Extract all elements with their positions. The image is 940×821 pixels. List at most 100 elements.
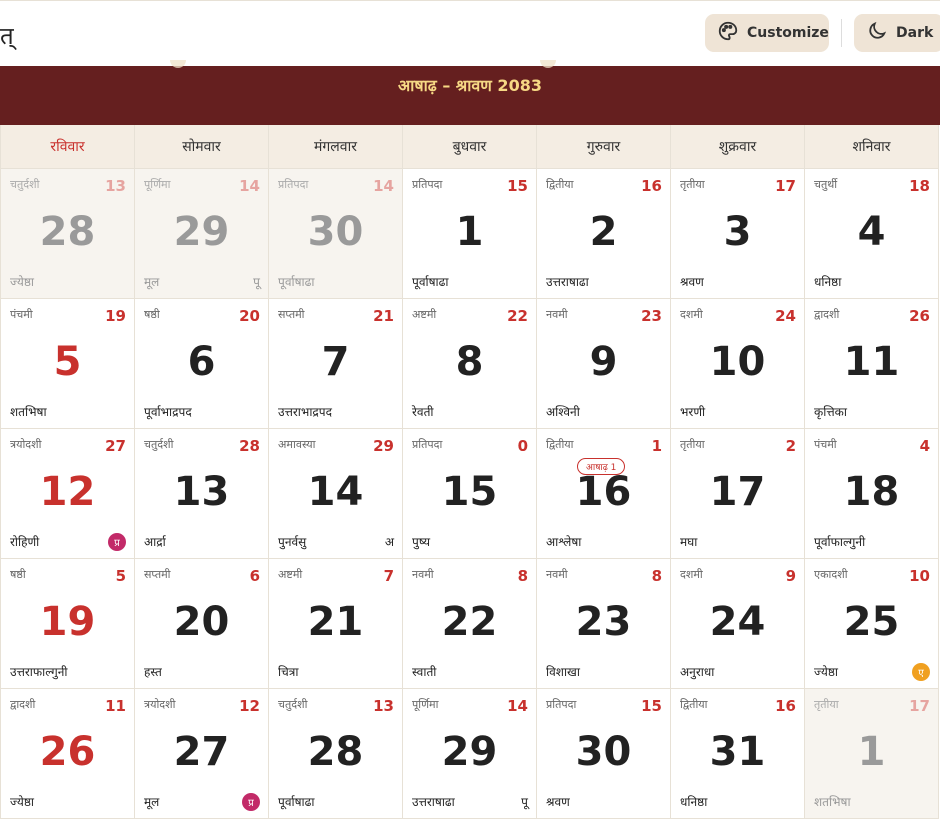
- calendar-day-cell[interactable]: पंचमी 4 18 पूर्वाफाल्गुनी: [805, 429, 939, 559]
- vrat-badge-icon: ए: [912, 663, 930, 681]
- nakshatra-label: पूर्वाषाढा: [412, 275, 449, 289]
- calendar-day-cell[interactable]: त्रयोदशी 12 27 मूल प्र: [135, 689, 269, 819]
- calendar-day-cell[interactable]: अष्टमी 22 8 रेवती: [403, 299, 537, 429]
- gregorian-day-number: 10: [709, 339, 766, 385]
- top-bar: त् Customize Dark: [0, 0, 940, 67]
- hindu-date-number: 16: [641, 177, 662, 195]
- calendar-day-cell[interactable]: तृतीया 17 3 श्रवण: [671, 169, 805, 299]
- nakshatra-label: भरणी: [680, 405, 706, 419]
- tithi-label: दशमी: [680, 308, 703, 321]
- tithi-label: चतुर्दशी: [278, 698, 308, 711]
- weekday-header: शुक्रवार: [671, 125, 805, 169]
- hindu-date-number: 21: [373, 307, 394, 325]
- calendar-day-cell[interactable]: सप्तमी 21 7 उत्तराभाद्रपद: [269, 299, 403, 429]
- page-title-fragment: त्: [0, 22, 14, 50]
- gregorian-day-number: 25: [843, 599, 900, 645]
- calendar-day-cell[interactable]: नवमी 23 9 अश्विनी: [537, 299, 671, 429]
- calendar-day-cell[interactable]: प्रतिपदा 0 15 पुष्य: [403, 429, 537, 559]
- vrat-badge-icon: प्र: [242, 793, 260, 811]
- banner-title-clipped: [540, 60, 556, 68]
- hindu-date-number: 6: [249, 567, 260, 585]
- calendar-day-cell[interactable]: अष्टमी 7 21 चित्रा: [269, 559, 403, 689]
- calendar-day-cell[interactable]: तृतीया 17 1 शतभिषा: [805, 689, 939, 819]
- calendar-day-cell[interactable]: चतुर्थी 18 4 धनिष्ठा: [805, 169, 939, 299]
- calendar-day-cell[interactable]: नवमी 8 22 स्वाती: [403, 559, 537, 689]
- hindu-date-number: 13: [105, 177, 126, 195]
- calendar-day-cell[interactable]: द्वादशी 26 11 कृत्तिका: [805, 299, 939, 429]
- calendar-day-cell[interactable]: प्रतिपदा 14 30 पूर्वाषाढा: [269, 169, 403, 299]
- toolbar-divider: [841, 19, 842, 47]
- hindu-date-number: 7: [383, 567, 394, 585]
- calendar-day-cell[interactable]: अमावस्या 29 14 पुनर्वसु अ: [269, 429, 403, 559]
- calendar-day-cell[interactable]: चतुर्दशी 13 28 पूर्वाषाढा: [269, 689, 403, 819]
- nakshatra-label: पूर्वाषाढा: [278, 795, 315, 809]
- calendar-day-cell[interactable]: षष्ठी 20 6 पूर्वाभाद्रपद: [135, 299, 269, 429]
- dark-label: Dark: [896, 25, 934, 41]
- gregorian-day-number: 2: [589, 209, 618, 255]
- gregorian-day-number: 24: [709, 599, 766, 645]
- gregorian-day-number: 29: [173, 209, 230, 255]
- gregorian-day-number: 7: [321, 339, 350, 385]
- calendar-day-cell[interactable]: नवमी 8 23 विशाखा: [537, 559, 671, 689]
- calendar-day-cell[interactable]: द्वितीया 16 2 उत्तराषाढा: [537, 169, 671, 299]
- calendar-day-cell[interactable]: तृतीया 2 17 मघा: [671, 429, 805, 559]
- hindu-date-number: 9: [785, 567, 796, 585]
- hindu-date-number: 2: [785, 437, 796, 455]
- calendar-day-cell[interactable]: प्रतिपदा 15 30 श्रवण: [537, 689, 671, 819]
- gregorian-day-number: 5: [53, 339, 82, 385]
- tithi-label: प्रतिपदा: [278, 178, 309, 191]
- tithi-label: षष्ठी: [10, 568, 26, 581]
- nakshatra-label: ज्येष्ठा: [10, 795, 35, 809]
- customize-button[interactable]: Customize: [705, 14, 829, 52]
- tithi-label: पूर्णिमा: [144, 178, 171, 191]
- hindu-date-number: 19: [105, 307, 126, 325]
- tithi-label: पूर्णिमा: [412, 698, 439, 711]
- tithi-label: अमावस्या: [278, 438, 316, 451]
- tithi-label: एकादशी: [814, 568, 848, 581]
- nakshatra-label: धनिष्ठा: [814, 275, 842, 289]
- nakshatra-label: आर्द्रा: [144, 535, 166, 549]
- weekday-header: गुरुवार: [537, 125, 671, 169]
- gregorian-day-number: 29: [441, 729, 498, 775]
- nakshatra-label: पूर्वाभाद्रपद: [144, 405, 192, 419]
- hindu-date-number: 15: [507, 177, 528, 195]
- calendar-day-cell[interactable]: पंचमी 19 5 शतभिषा: [1, 299, 135, 429]
- calendar-day-cell[interactable]: पूर्णिमा 14 29 मूल पू: [135, 169, 269, 299]
- hindu-date-number: 26: [909, 307, 930, 325]
- gregorian-day-number: 12: [39, 469, 96, 515]
- calendar-day-cell[interactable]: त्रयोदशी 27 12 रोहिणी प्र: [1, 429, 135, 559]
- calendar-day-cell[interactable]: पूर्णिमा 14 29 उत्तराषाढा पू: [403, 689, 537, 819]
- calendar-day-cell[interactable]: एकादशी 10 25 ज्येष्ठा ए: [805, 559, 939, 689]
- hindu-date-number: 5: [115, 567, 126, 585]
- dark-mode-button[interactable]: Dark: [854, 14, 940, 52]
- calendar-day-cell[interactable]: द्वादशी 11 26 ज्येष्ठा: [1, 689, 135, 819]
- gregorian-day-number: 16: [575, 469, 632, 515]
- gregorian-day-number: 4: [857, 209, 886, 255]
- gregorian-day-number: 11: [843, 339, 900, 385]
- nakshatra-label: शतभिषा: [10, 405, 47, 419]
- calendar-day-cell[interactable]: द्वितीया 1 16 आश्लेषा आषाढ़ 1: [537, 429, 671, 559]
- calendar-day-cell[interactable]: चतुर्दशी 13 28 ज्येष्ठा: [1, 169, 135, 299]
- weekday-header: रविवार: [1, 125, 135, 169]
- hindu-date-number: 27: [105, 437, 126, 455]
- calendar-day-cell[interactable]: षष्ठी 5 19 उत्तराफाल्गुनी: [1, 559, 135, 689]
- calendar-day-cell[interactable]: प्रतिपदा 15 1 पूर्वाषाढा: [403, 169, 537, 299]
- calendar-day-cell[interactable]: सप्तमी 6 20 हस्त: [135, 559, 269, 689]
- gregorian-day-number: 26: [39, 729, 96, 775]
- gregorian-day-number: 18: [843, 469, 900, 515]
- nakshatra-label: पुष्य: [412, 535, 431, 549]
- nakshatra-label: धनिष्ठा: [680, 795, 708, 809]
- gregorian-day-number: 28: [39, 209, 96, 255]
- nakshatra-label: मूल: [144, 275, 160, 289]
- calendar-day-cell[interactable]: दशमी 9 24 अनुराधा: [671, 559, 805, 689]
- calendar-day-cell[interactable]: द्वितीया 16 31 धनिष्ठा: [671, 689, 805, 819]
- tithi-label: प्रतिपदा: [546, 698, 577, 711]
- hindu-date-number: 12: [239, 697, 260, 715]
- weekday-header: मंगलवार: [269, 125, 403, 169]
- tithi-label: दशमी: [680, 568, 703, 581]
- calendar-day-cell[interactable]: दशमी 24 10 भरणी: [671, 299, 805, 429]
- hindu-date-number: 28: [239, 437, 260, 455]
- vrat-badge-icon: प्र: [108, 533, 126, 551]
- tithi-label: प्रतिपदा: [412, 438, 443, 451]
- calendar-day-cell[interactable]: चतुर्दशी 28 13 आर्द्रा: [135, 429, 269, 559]
